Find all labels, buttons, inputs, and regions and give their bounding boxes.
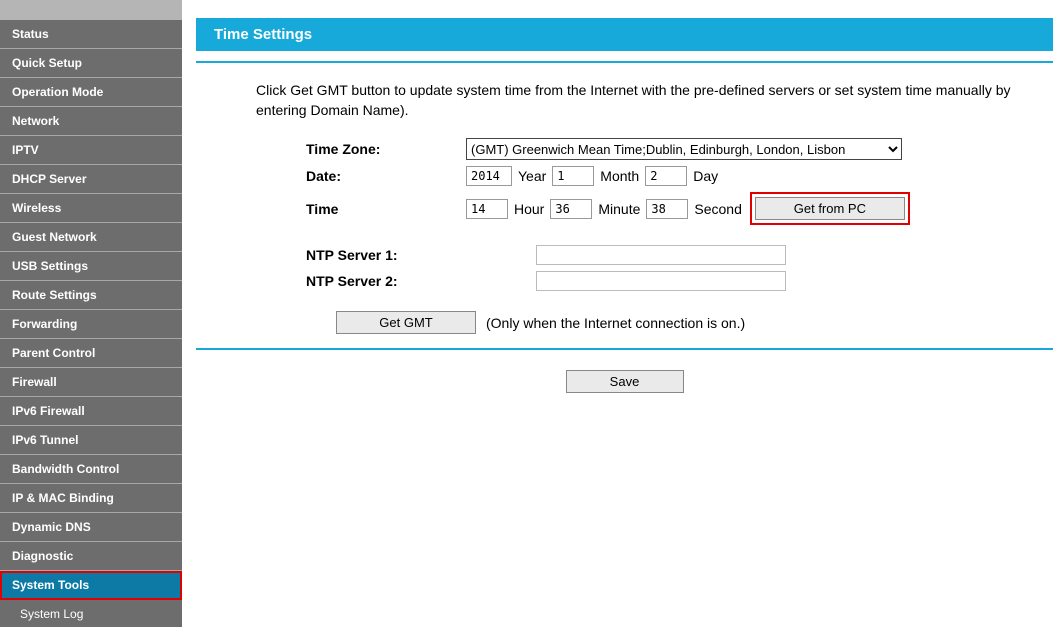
day-input[interactable] (645, 166, 687, 186)
sidebar-item-route-settings[interactable]: Route Settings (0, 281, 182, 310)
sidebar-item-dynamic-dns[interactable]: Dynamic DNS (0, 513, 182, 542)
hour-input[interactable] (466, 199, 508, 219)
content-area: Time Settings Click Get GMT button to up… (182, 0, 1053, 627)
sidebar-item-parent-control[interactable]: Parent Control (0, 339, 182, 368)
row-get-gmt: Get GMT (Only when the Internet connecti… (306, 311, 1053, 334)
form-area: Time Zone: (GMT) Greenwich Mean Time;Dub… (306, 138, 1053, 334)
save-row: Save (196, 370, 1053, 393)
row-timezone: Time Zone: (GMT) Greenwich Mean Time;Dub… (306, 138, 1053, 160)
minute-input[interactable] (550, 199, 592, 219)
sidebar-item-network[interactable]: Network (0, 107, 182, 136)
sidebar: Status Quick Setup Operation Mode Networ… (0, 0, 182, 627)
sidebar-item-wireless[interactable]: Wireless (0, 194, 182, 223)
sidebar-item-ip-mac-binding[interactable]: IP & MAC Binding (0, 484, 182, 513)
page-title: Time Settings (196, 18, 1053, 51)
sidebar-item-ipv6-tunnel[interactable]: IPv6 Tunnel (0, 426, 182, 455)
row-date: Date: Year Month Day (306, 166, 1053, 186)
label-ntp2: NTP Server 2: (306, 273, 536, 289)
get-from-pc-button[interactable]: Get from PC (755, 197, 905, 220)
label-time: Time (306, 201, 466, 217)
sidebar-item-firewall[interactable]: Firewall (0, 368, 182, 397)
label-timezone: Time Zone: (306, 141, 466, 157)
sidebar-item-quick-setup[interactable]: Quick Setup (0, 49, 182, 78)
sidebar-top-spacer (0, 0, 182, 20)
sidebar-item-guest-network[interactable]: Guest Network (0, 223, 182, 252)
ntp2-input[interactable] (536, 271, 786, 291)
second-input[interactable] (646, 199, 688, 219)
row-ntp1: NTP Server 1: (306, 245, 1053, 265)
label-date: Date: (306, 168, 466, 184)
sidebar-item-operation-mode[interactable]: Operation Mode (0, 78, 182, 107)
sidebar-item-ipv6-firewall[interactable]: IPv6 Firewall (0, 397, 182, 426)
timezone-select[interactable]: (GMT) Greenwich Mean Time;Dublin, Edinbu… (466, 138, 902, 160)
label-day: Day (693, 168, 718, 184)
month-input[interactable] (552, 166, 594, 186)
sidebar-item-status[interactable]: Status (0, 20, 182, 49)
divider-bottom (196, 348, 1053, 350)
label-ntp1: NTP Server 1: (306, 247, 536, 263)
row-time: Time Hour Minute Second Get from PC (306, 192, 1053, 225)
sidebar-item-system-log[interactable]: System Log (0, 600, 182, 627)
sidebar-item-usb-settings[interactable]: USB Settings (0, 252, 182, 281)
label-month: Month (600, 168, 639, 184)
sidebar-item-iptv[interactable]: IPTV (0, 136, 182, 165)
intro-text: Click Get GMT button to update system ti… (256, 81, 1053, 120)
gmt-hint: (Only when the Internet connection is on… (486, 315, 745, 331)
get-gmt-button[interactable]: Get GMT (336, 311, 476, 334)
sidebar-item-diagnostic[interactable]: Diagnostic (0, 542, 182, 571)
label-year: Year (518, 168, 546, 184)
ntp1-input[interactable] (536, 245, 786, 265)
get-from-pc-highlight: Get from PC (750, 192, 910, 225)
divider (196, 61, 1053, 63)
year-input[interactable] (466, 166, 512, 186)
label-minute: Minute (598, 201, 640, 217)
save-button[interactable]: Save (566, 370, 684, 393)
sidebar-item-forwarding[interactable]: Forwarding (0, 310, 182, 339)
label-hour: Hour (514, 201, 544, 217)
sidebar-item-system-tools[interactable]: System Tools (0, 571, 182, 600)
row-ntp2: NTP Server 2: (306, 271, 1053, 291)
sidebar-item-bandwidth-control[interactable]: Bandwidth Control (0, 455, 182, 484)
sidebar-item-dhcp-server[interactable]: DHCP Server (0, 165, 182, 194)
label-second: Second (694, 201, 741, 217)
